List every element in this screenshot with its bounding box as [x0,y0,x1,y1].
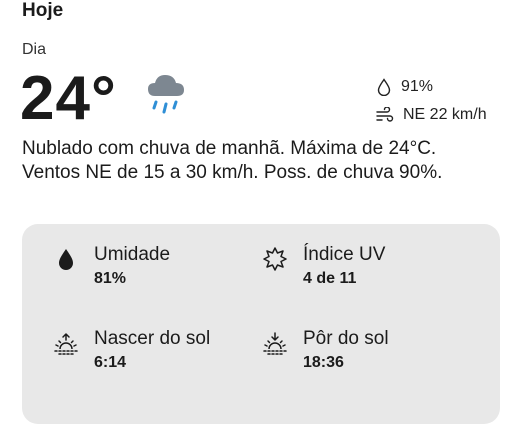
sunset-label: Pôr do sol [303,328,389,349]
wind-icon [376,107,394,122]
uv-value: 4 de 11 [303,270,357,287]
sunset-icon [263,332,287,355]
humidity-item: Umidade 81% [53,244,170,289]
sunrise-item: Nascer do sol 6:14 [53,328,210,373]
sunset-value: 18:36 [303,354,344,371]
sunrise-value: 6:14 [94,354,127,371]
uv-label: Índice UV [303,244,386,265]
wind-info: NE 22 km/h [376,105,487,125]
details-card: Umidade 81% Índice UV 4 de 11 Nascer do … [22,224,500,424]
sunset-item: Pôr do sol 18:36 [262,328,389,373]
precip-value: 91% [401,78,434,95]
temperature: 24° [20,64,117,133]
cloud-rain-icon [148,75,184,114]
humidity-label: Umidade [94,244,171,265]
humidity-value: 81% [94,270,127,287]
wind-value: NE 22 km/h [403,106,487,123]
sun-uv-icon [263,247,287,271]
droplet-outline-icon [377,78,391,96]
droplet-icon [59,249,73,270]
sunrise-icon [54,333,78,355]
period-label: Dia [22,41,47,58]
forecast-description: Nublado com chuva de manhã. Máxima de 24… [22,138,443,183]
precip-chance: 91% [376,77,433,97]
uv-item: Índice UV 4 de 11 [262,244,385,289]
section-title: Hoje [22,0,64,21]
sunrise-label: Nascer do sol [94,328,211,349]
